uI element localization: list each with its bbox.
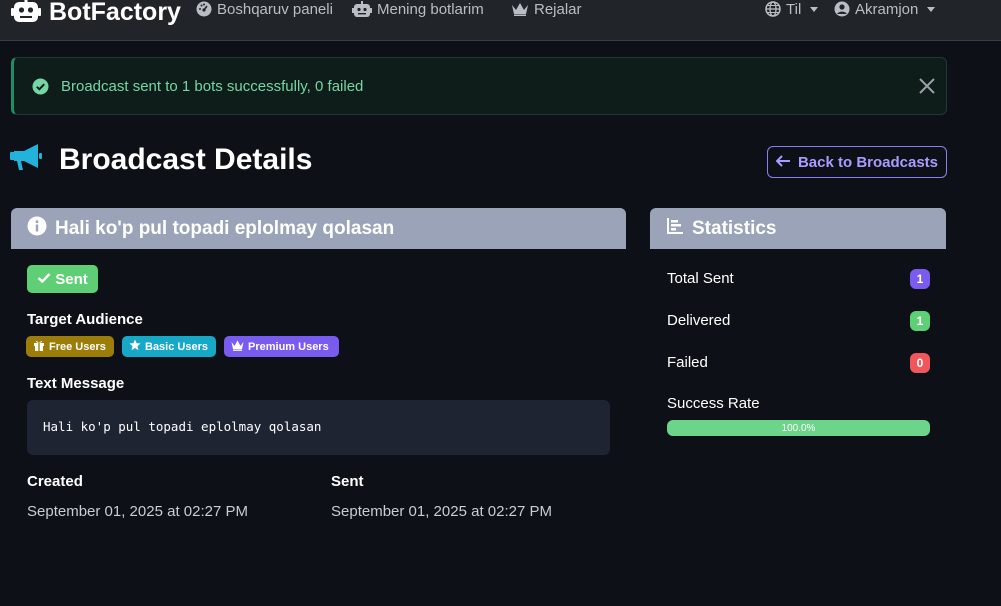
total-sent-badge: 1 [910,269,930,289]
megaphone-icon [10,142,43,177]
target-audience-label: Target Audience [27,311,143,328]
nav-link-label: Mening botlarim [377,0,484,18]
nav-link-my-bots[interactable]: Mening botlarim [352,0,484,18]
back-to-broadcasts-button[interactable]: Back to Broadcasts [767,146,947,178]
info-circle-icon [27,216,47,242]
page-title: Broadcast Details [59,142,313,176]
status-text: Sent [55,270,88,288]
dashboard-icon [196,1,212,17]
total-sent-label: Total Sent [667,270,734,287]
brand[interactable]: BotFactory [11,0,181,28]
success-rate-progress: 100.0% [667,420,930,436]
alert-message: Broadcast sent to 1 bots successfully, 0… [61,78,364,95]
audience-label: Basic Users [145,340,208,353]
message-text: Hali ko'p pul topadi eplolmay qolasan [43,419,322,434]
sent-value: September 01, 2025 at 02:27 PM [331,503,552,520]
user-circle-icon [834,1,850,17]
audience-label: Premium Users [248,340,329,353]
star-icon [129,339,141,354]
robot-icon [11,0,41,28]
page-header: Broadcast Details [10,142,312,177]
audience-label: Free Users [49,340,106,353]
language-label: Til [786,0,802,18]
crown-icon [231,340,244,354]
failed-label: Failed [667,354,708,371]
status-badge: Sent [27,265,98,293]
success-rate-label: Success Rate [667,395,760,412]
delivered-label: Delivered [667,312,731,329]
brand-name: BotFactory [49,0,181,26]
crown-icon [511,2,529,16]
statistics-title: Statistics [692,217,777,239]
nav-link-dashboard[interactable]: Boshqaruv paneli [196,0,333,18]
gift-icon [33,339,45,354]
caret-down-icon [810,6,819,12]
audience-tag-basic: Basic Users [122,336,216,357]
audience-tag-free: Free Users [26,336,114,357]
nav-link-label: Boshqaruv paneli [217,0,333,18]
arrow-left-icon [775,154,791,171]
check-circle-icon [32,78,49,100]
audience-tag-premium: Premium Users [224,336,339,357]
text-message-label: Text Message [27,375,125,392]
broadcast-card-header: Hali ko'p pul topadi eplolmay qolasan [11,208,626,249]
statistics-card-header: Statistics [650,208,946,249]
broadcast-title: Hali ko'p pul topadi eplolmay qolasan [55,217,395,239]
caret-down-icon [927,6,936,12]
success-alert: Broadcast sent to 1 bots successfully, 0… [11,57,947,115]
check-icon [37,271,51,288]
nav-link-label: Rejalar [534,0,582,18]
sent-label: Sent [331,473,364,490]
bar-chart-icon [666,217,684,241]
close-icon[interactable] [917,76,937,96]
user-name: Akramjon [855,0,919,18]
delivered-badge: 1 [910,311,930,331]
user-dropdown[interactable]: Akramjon [834,0,936,18]
message-preview: Hali ko'p pul topadi eplolmay qolasan [27,400,610,455]
language-dropdown[interactable]: Til [765,0,819,18]
success-rate-fill: 100.0% [667,420,930,436]
robot-icon [352,1,372,17]
created-value: September 01, 2025 at 02:27 PM [27,503,248,520]
nav-link-plans[interactable]: Rejalar [511,0,582,18]
navbar: BotFactory Boshqaruv paneli Mening botla… [0,0,1001,41]
back-button-label: Back to Broadcasts [797,153,939,171]
globe-icon [765,1,781,17]
failed-badge: 0 [910,353,930,373]
created-label: Created [27,473,83,490]
